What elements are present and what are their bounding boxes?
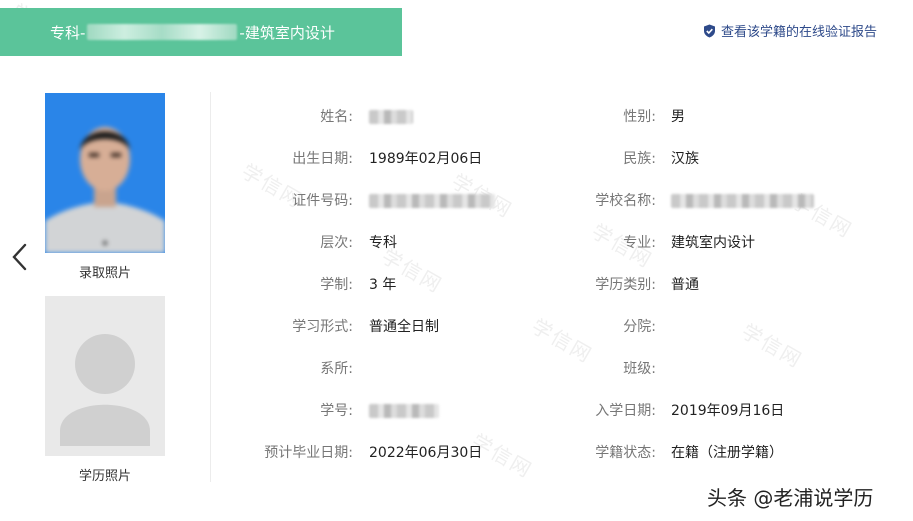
chevron-left-icon[interactable]: [10, 242, 30, 272]
admission-photo: [45, 93, 165, 253]
field-value: 专科: [369, 235, 397, 251]
title-suffix: -建筑室内设计: [239, 23, 335, 42]
field-value: 3 年: [369, 277, 397, 293]
field-label: 性别:: [623, 109, 656, 125]
redacted-value: [671, 194, 814, 208]
redacted-name: [87, 24, 238, 40]
watermark: 学信网: [527, 313, 597, 368]
field-value: 普通全日制: [369, 319, 439, 335]
field-value: 2019年09月16日: [671, 403, 785, 419]
field-value: 汉族: [671, 151, 699, 167]
field-label: 班级:: [623, 361, 656, 377]
field-label: 层次:: [320, 235, 353, 251]
title-prefix: 专科-: [50, 23, 86, 42]
field-value: 普通: [671, 277, 699, 293]
redacted-value: [369, 404, 439, 418]
field-label: 出生日期:: [292, 151, 353, 167]
field-label: 姓名:: [320, 109, 353, 125]
field-value: 2022年06月30日: [369, 445, 483, 461]
field-label: 学习形式:: [292, 319, 353, 335]
field-label: 学号:: [320, 403, 353, 419]
field-label: 分院:: [623, 319, 656, 335]
admission-photo-label: 录取照片: [78, 266, 131, 281]
field-label: 民族:: [623, 151, 656, 167]
degree-photo-placeholder: [45, 296, 165, 456]
field-label: 学校名称:: [595, 193, 656, 209]
field-label: 入学日期:: [595, 403, 656, 419]
field-value: 男: [671, 109, 685, 125]
verify-report-label: 查看该学籍的在线验证报告: [721, 25, 878, 40]
field-label: 学历类别:: [595, 277, 656, 293]
field-label: 证件号码:: [292, 193, 353, 209]
watermark: 学信网: [737, 318, 807, 373]
degree-photo-label: 学历照片: [78, 469, 131, 484]
redacted-value: [369, 194, 495, 208]
shield-check-icon: [704, 24, 715, 37]
field-label: 学制:: [320, 277, 353, 293]
source-watermark: 头条 @老浦说学历: [707, 486, 874, 510]
column-divider: [210, 92, 211, 482]
verify-report-link[interactable]: 查看该学籍的在线验证报告: [703, 21, 877, 40]
field-value: 在籍（注册学籍）: [671, 445, 783, 461]
field-label: 学籍状态:: [595, 445, 656, 461]
record-title-bar: 专科- -建筑室内设计: [0, 8, 402, 56]
field-value: 建筑室内设计: [671, 235, 755, 251]
field-label: 专业:: [623, 235, 656, 251]
field-label: 预计毕业日期:: [264, 445, 353, 461]
redacted-value: [369, 110, 413, 124]
field-label: 系所:: [320, 361, 353, 377]
field-value: 1989年02月06日: [369, 151, 483, 167]
